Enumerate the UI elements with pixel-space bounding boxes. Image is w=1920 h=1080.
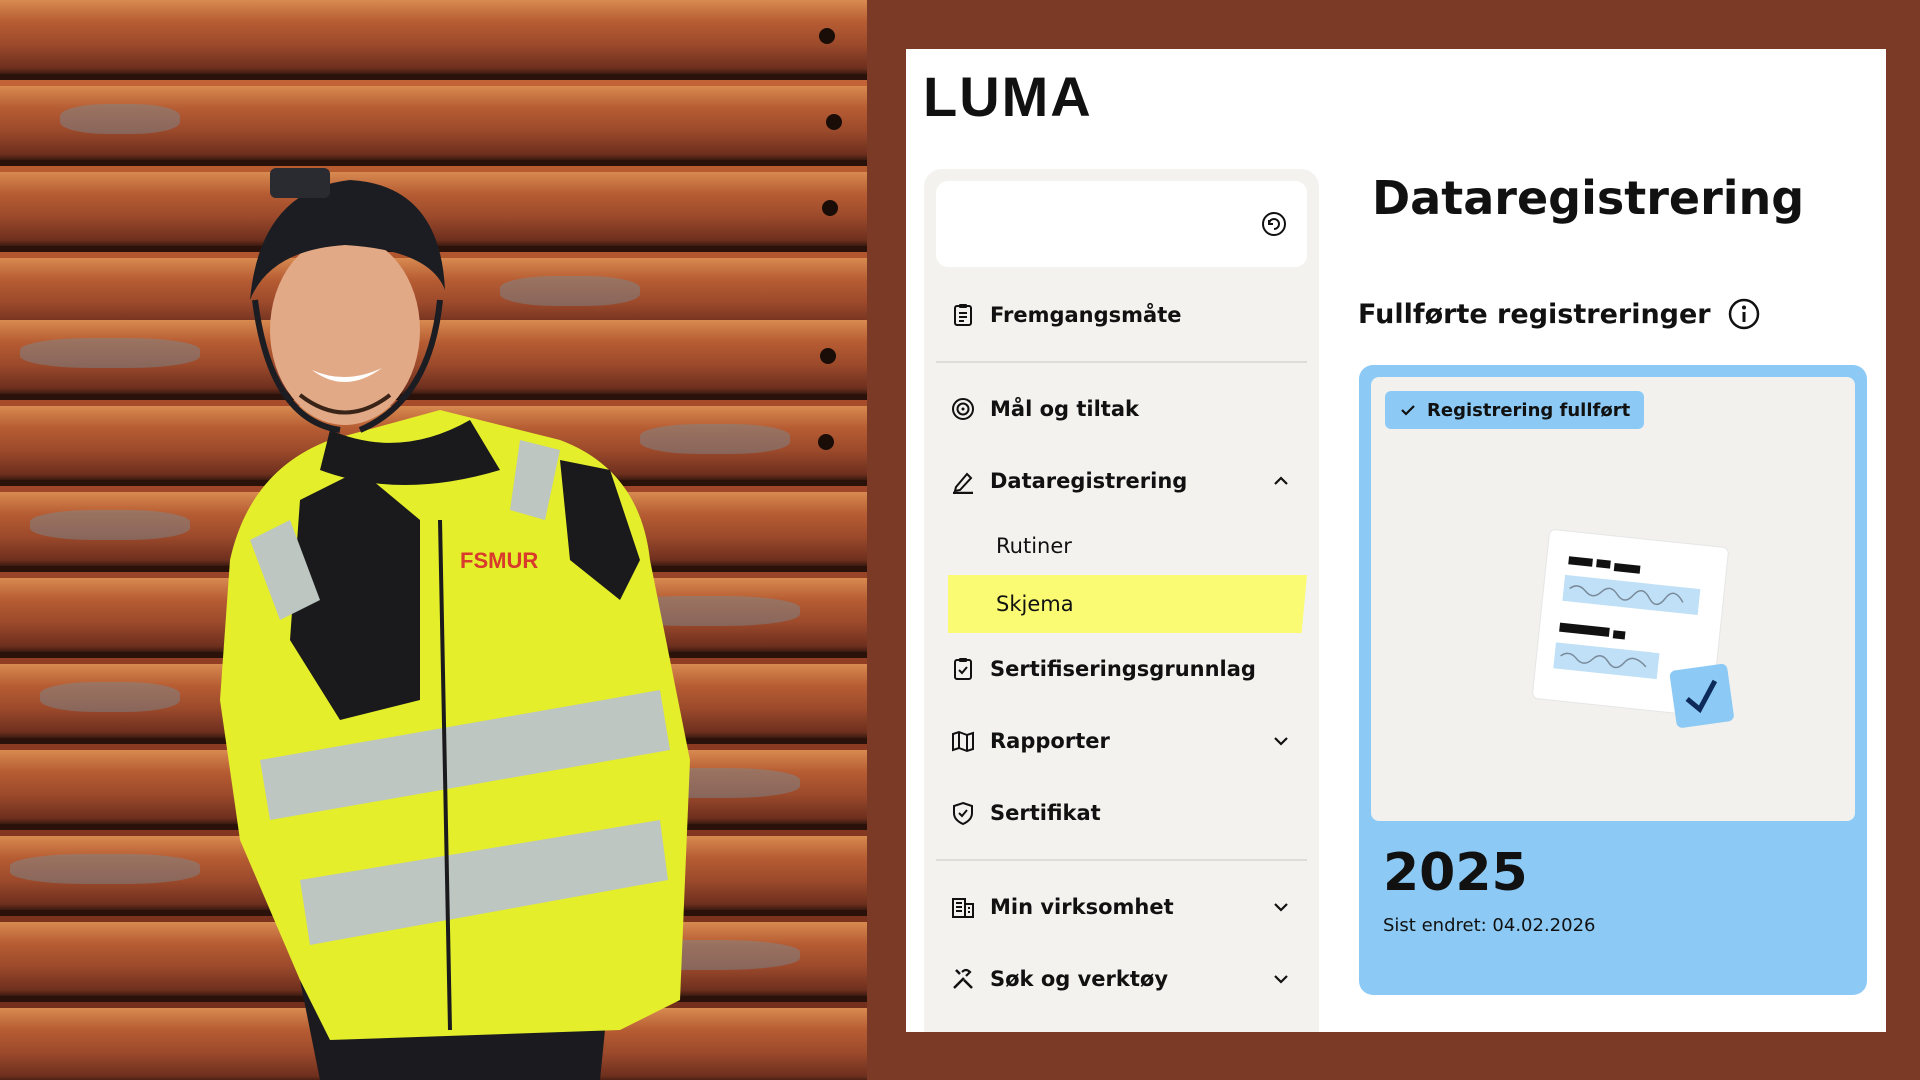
- card-preview: Registrering fullført: [1371, 377, 1855, 821]
- clipboard-icon: [954, 304, 972, 326]
- sidebar-item-label: Dataregistrering: [990, 469, 1188, 493]
- card-last-modified: Sist endret: 04.02.2026: [1383, 915, 1596, 936]
- info-icon[interactable]: [1727, 297, 1761, 331]
- sidebar: Fremgangsmåte Mål og tiltak Dataregistre…: [924, 169, 1319, 1032]
- sidebar-item-sertifikat[interactable]: Sertifikat: [936, 777, 1307, 849]
- sidebar-item-sertifiseringsgrunnlag[interactable]: Sertifiseringsgrunnlag: [936, 633, 1307, 705]
- sidebar-item-fremgangsmate[interactable]: Fremgangsmåte: [936, 279, 1307, 351]
- sidebar-subitem-skjema[interactable]: Skjema: [948, 575, 1307, 633]
- sidebar-subitem-label: Skjema: [996, 592, 1074, 616]
- sidebar-divider: [936, 859, 1307, 861]
- sidebar-item-label: Sertifiseringsgrunnlag: [990, 657, 1256, 681]
- status-badge-label: Registrering fullført: [1427, 399, 1631, 421]
- sidebar-item-label: Søk og verktøy: [990, 967, 1169, 991]
- chevron-down-icon[interactable]: [1271, 897, 1291, 917]
- building-icon: [952, 898, 974, 918]
- jacket-logo: FSMUR: [460, 548, 538, 573]
- sidebar-item-label: Mål og tiltak: [990, 397, 1139, 421]
- worker-figure: FSMUR: [0, 0, 867, 1080]
- check-icon: [1401, 405, 1415, 416]
- tools-icon: [953, 968, 973, 989]
- chevron-down-icon[interactable]: [1271, 731, 1291, 751]
- hero-photo: FSMUR: [0, 0, 867, 1080]
- pen-icon: [953, 472, 973, 494]
- section-heading: Fullførte registreringer: [1358, 297, 1761, 331]
- sidebar-item-sok-og-verktoy[interactable]: Søk og verktøy: [936, 943, 1307, 1015]
- page-title: Dataregistrering: [1372, 171, 1805, 225]
- sidebar-item-label: Sertifikat: [990, 801, 1101, 825]
- sidebar-item-dataregistrering[interactable]: Dataregistrering: [936, 445, 1307, 517]
- map-icon: [952, 730, 974, 753]
- target-icon: [952, 398, 974, 420]
- card-year: 2025: [1383, 843, 1528, 903]
- search-input[interactable]: [936, 181, 1307, 267]
- app-window: LUMA Fremgangsmåte Mål og tiltak Datareg…: [906, 49, 1886, 1032]
- sidebar-item-label: Min virksomhet: [990, 895, 1174, 919]
- sidebar-item-min-virksomhet[interactable]: Min virksomhet: [936, 871, 1307, 943]
- status-badge: Registrering fullført: [1385, 391, 1645, 429]
- sidebar-divider: [936, 361, 1307, 363]
- sidebar-item-label: Fremgangsmåte: [990, 303, 1182, 327]
- shield-icon: [953, 801, 973, 826]
- reset-icon[interactable]: [1261, 211, 1287, 237]
- sidebar-subitem-rutiner[interactable]: Rutiner: [936, 517, 1307, 575]
- sidebar-item-rapporter[interactable]: Rapporter: [936, 705, 1307, 777]
- sidebar-item-mal-og-tiltak[interactable]: Mål og tiltak: [936, 373, 1307, 445]
- registration-card[interactable]: Registrering fullført 2025 Sist endret: …: [1359, 365, 1867, 995]
- sidebar-subitem-label: Rutiner: [996, 534, 1072, 558]
- luma-logo: LUMA: [923, 65, 1093, 128]
- section-heading-label: Fullførte registreringer: [1358, 298, 1711, 330]
- sidebar-item-label: Rapporter: [990, 729, 1110, 753]
- checklist-icon: [954, 658, 972, 680]
- chevron-up-icon[interactable]: [1271, 471, 1291, 491]
- chevron-down-icon[interactable]: [1271, 969, 1291, 989]
- document-illustration-icon: [1532, 529, 1734, 728]
